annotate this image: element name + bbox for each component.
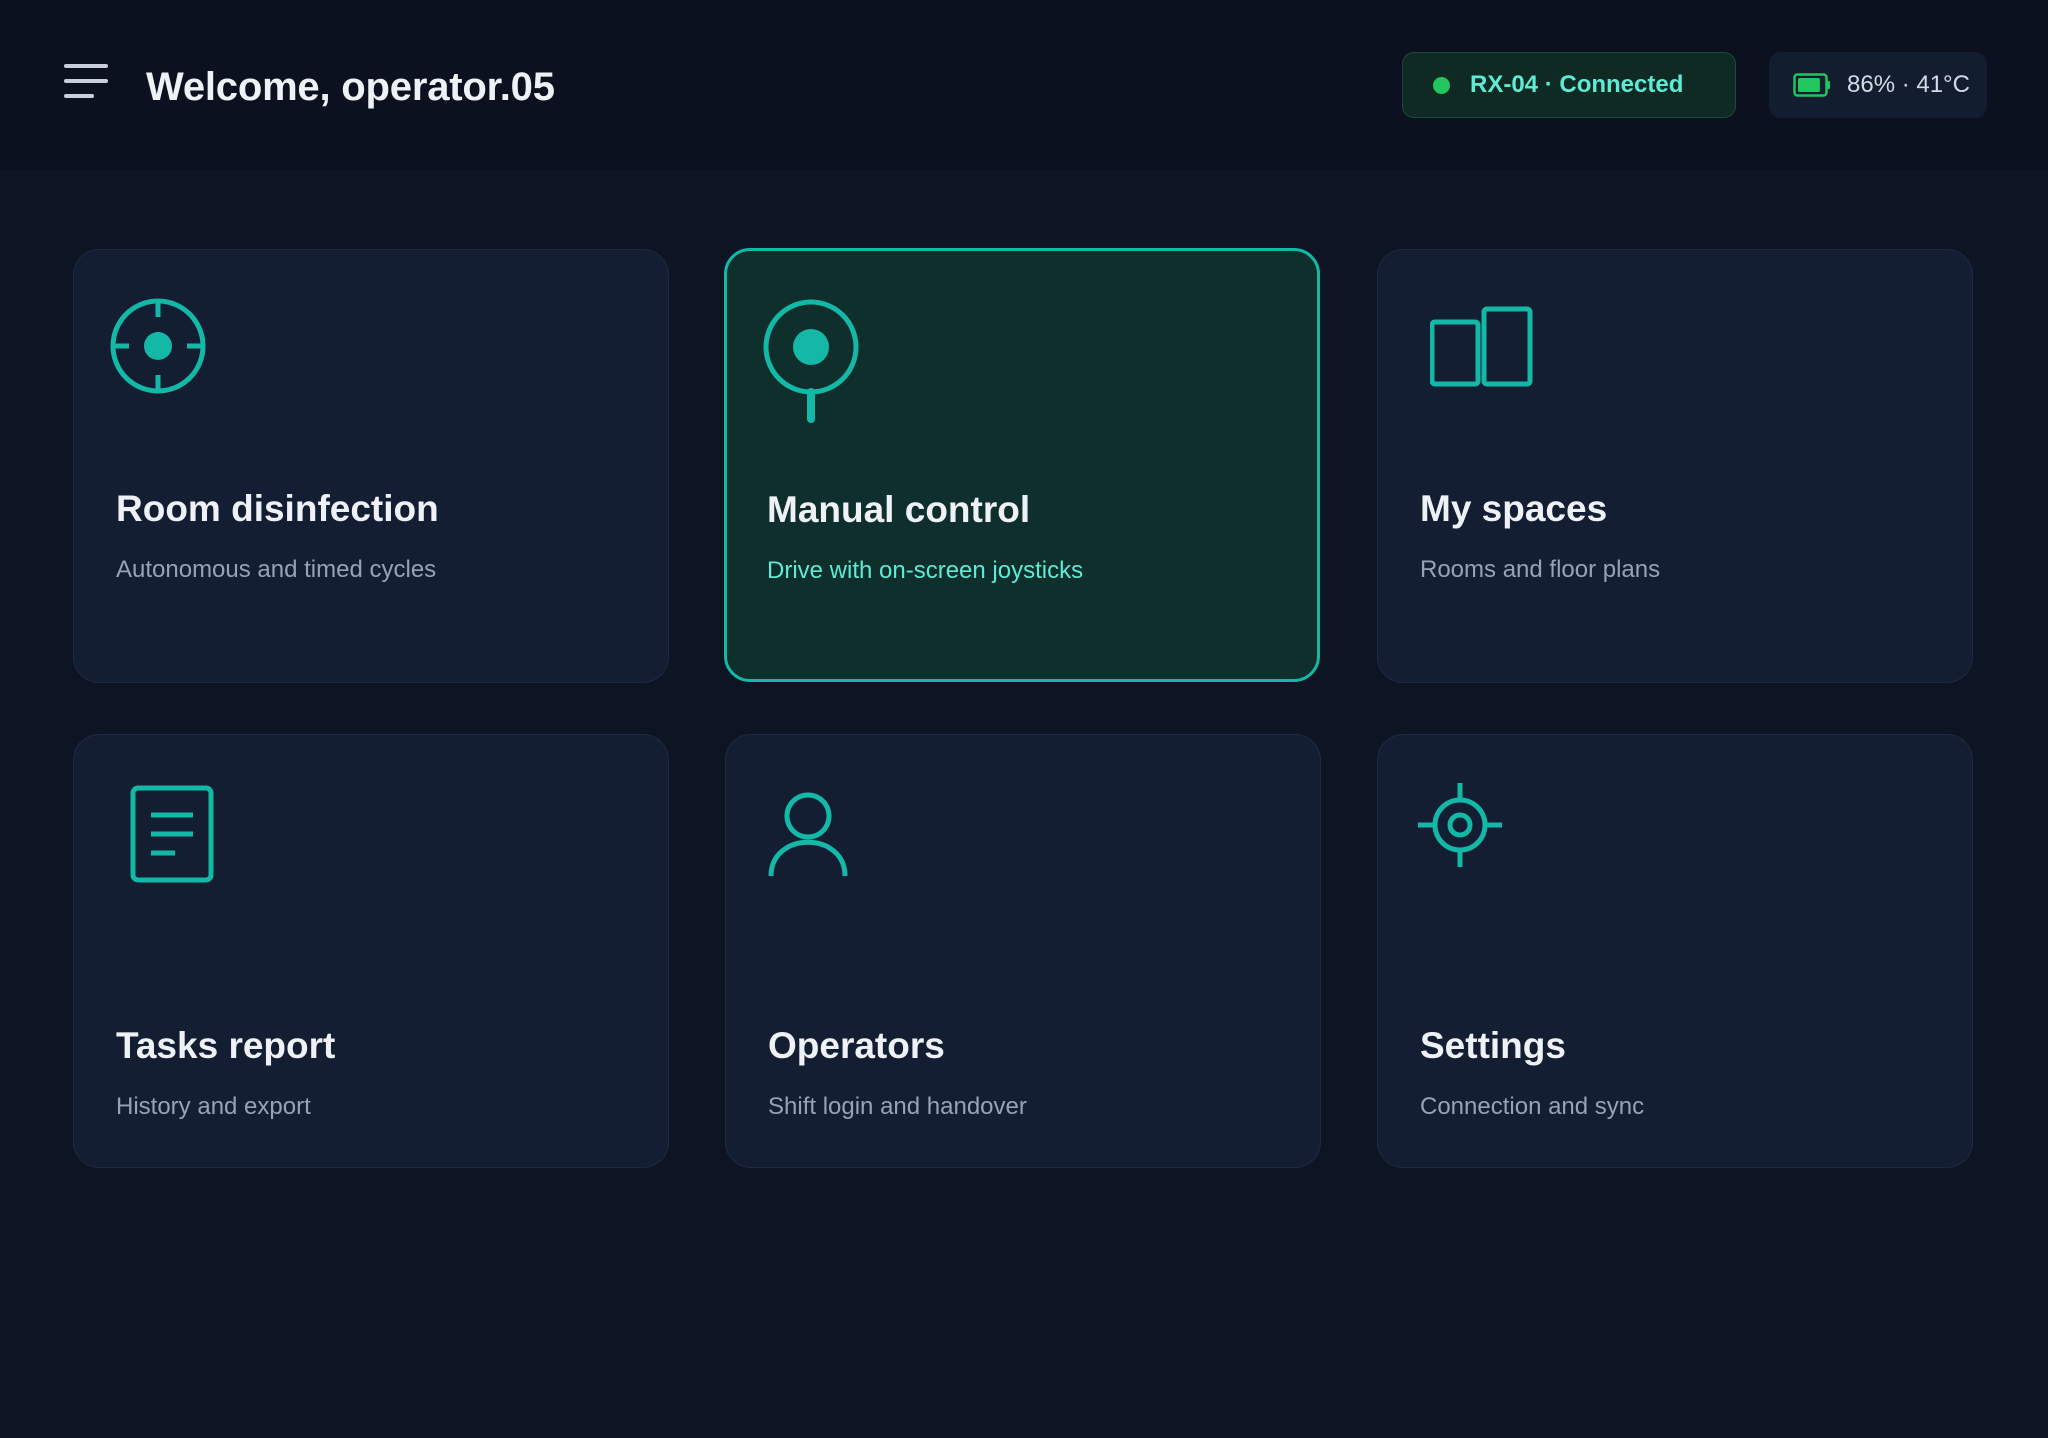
top-bar: Welcome, operator.05 RX-04 · Connected 8… <box>0 0 2048 170</box>
joystick-icon <box>763 299 859 423</box>
tile-subtitle: Drive with on-screen joysticks <box>767 557 1084 584</box>
tile-title: Settings <box>1420 1025 1566 1066</box>
tile-subtitle: Autonomous and timed cycles <box>116 556 437 583</box>
tile-operators[interactable]: Operators Shift login and handover <box>725 734 1321 1168</box>
menu-icon[interactable] <box>62 62 110 100</box>
tile-subtitle: Connection and sync <box>1420 1093 1645 1120</box>
crosshair-icon <box>110 298 206 394</box>
connection-dot-icon <box>1433 76 1450 94</box>
tile-title: My spaces <box>1420 488 1608 529</box>
tile-title: Manual control <box>767 489 1031 530</box>
tile-title: Tasks report <box>116 1025 336 1066</box>
rooms-icon <box>1430 306 1533 387</box>
user-icon <box>768 792 848 877</box>
tile-subtitle: History and export <box>116 1093 311 1120</box>
settings-target-icon <box>1418 783 1502 867</box>
tile-title: Room disinfection <box>116 488 439 529</box>
battery-status-label: 86% · 41°C <box>1847 71 1970 98</box>
connection-status-badge[interactable]: RX-04 · Connected <box>1402 52 1736 118</box>
document-icon <box>130 785 214 883</box>
tile-subtitle: Shift login and handover <box>768 1093 1027 1120</box>
connection-status-label: RX-04 · Connected <box>1470 71 1684 98</box>
tile-settings[interactable]: Settings Connection and sync <box>1377 734 1973 1168</box>
tile-tasks-report[interactable]: Tasks report History and export <box>73 734 669 1168</box>
tile-title: Operators <box>768 1025 945 1066</box>
tile-subtitle: Rooms and floor plans <box>1420 556 1661 583</box>
battery-status-badge: 86% · 41°C <box>1769 52 1987 118</box>
welcome-title: Welcome, operator.05 <box>146 65 555 109</box>
tile-room-disinfection[interactable]: Room disinfection Autonomous and timed c… <box>73 249 669 683</box>
tile-manual-control[interactable]: Manual control Drive with on-screen joys… <box>724 248 1320 682</box>
battery-icon <box>1793 73 1830 97</box>
tile-my-spaces[interactable]: My spaces Rooms and floor plans <box>1377 249 1973 683</box>
